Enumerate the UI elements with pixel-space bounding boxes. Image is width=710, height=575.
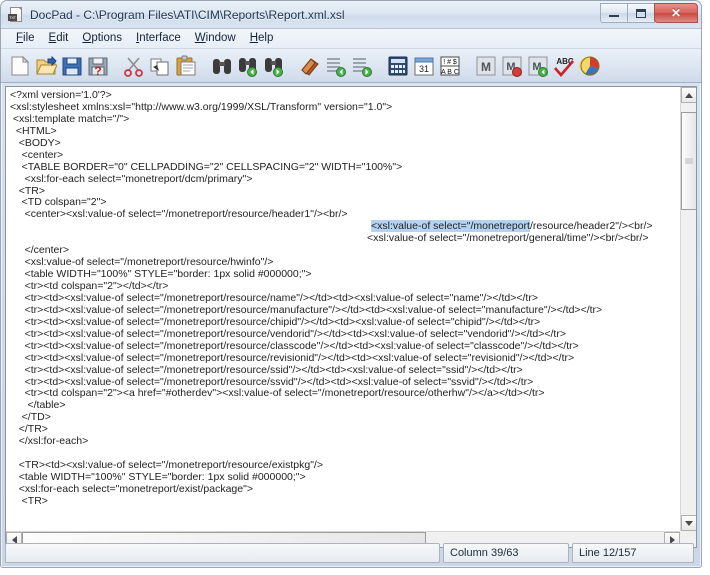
menu-rest: ile (23, 32, 35, 44)
menu-mnemonic: O (82, 32, 92, 44)
code-line: </TD> (10, 411, 51, 424)
code-line: <tr><td><xsl:value-of select="/monetrepo… (10, 327, 566, 340)
cut-scissors-icon[interactable] (121, 52, 147, 80)
save-icon[interactable] (59, 52, 85, 80)
code-line: <xsl:template match="/"> (10, 112, 130, 125)
maximize-button[interactable] (627, 3, 655, 23)
toolbar: ? 31 ! # $ A B C M M M ABC (1, 49, 701, 83)
find-binoculars-icon[interactable] (209, 52, 235, 80)
code-line: <xsl:value-of select="/monetreport/gener… (10, 232, 680, 245)
code-line: <center> (10, 148, 64, 161)
code-line: <xsl:for-each select="monetreport/exist/… (10, 482, 253, 495)
code-line: <tr><td><xsl:value-of select="/monetrepo… (10, 363, 523, 376)
menu-rest: indow (205, 32, 236, 44)
status-line: Line 12/157 (572, 543, 694, 563)
scroll-down-button[interactable] (681, 515, 696, 531)
menu-mnemonic: H (249, 32, 259, 44)
close-button[interactable]: ✕ (654, 3, 698, 23)
status-bar: Column 39/63 Line 12/157 (5, 543, 697, 563)
window-controls: ✕ (600, 3, 698, 23)
vertical-scrollbar[interactable] (680, 87, 696, 531)
find-previous-icon[interactable] (261, 52, 287, 80)
paste-clipboard-icon[interactable] (173, 52, 199, 80)
code-fragment: <xsl:value-of select="/monetreport/gener… (367, 232, 649, 245)
character-map-icon[interactable]: ! # $ A B C (437, 52, 463, 80)
find-next-icon[interactable] (235, 52, 261, 80)
docpad-window: TXT DocPad - C:\Program Files\ATI\CIM\Re… (0, 0, 702, 568)
text-selection: <xsl:value-of select="/monetreport (371, 220, 530, 233)
code-line: <xsl:for-each select="monetreport/dcm/pr… (10, 172, 253, 185)
document-text-icon: TXT (8, 6, 24, 23)
minimize-button[interactable] (600, 3, 628, 23)
menu-rest: elp (258, 32, 274, 44)
menu-item-edit[interactable]: Edit (42, 31, 76, 46)
menu-bar: File Edit Options Interface Window Help (1, 29, 701, 49)
menu-item-options[interactable]: Options (75, 31, 129, 46)
menu-rest: nterface (139, 32, 181, 44)
copy-icon[interactable] (147, 52, 173, 80)
new-file-icon[interactable] (7, 52, 33, 80)
code-line: <TABLE BORDER="0" CELLPADDING="2" CELLSP… (10, 160, 403, 173)
window-title: DocPad - C:\Program Files\ATI\CIM\Report… (30, 7, 345, 22)
code-text[interactable]: <?xml version='1.0'?> <xsl:stylesheet xml… (6, 87, 680, 531)
code-line: <BODY> (10, 136, 61, 149)
code-line: </table> (10, 399, 66, 412)
code-line: <HTML> (10, 124, 57, 137)
color-palette-icon[interactable] (577, 52, 603, 80)
vertical-scrollbar-thumb[interactable] (681, 111, 696, 210)
menu-item-window[interactable]: Window (188, 31, 243, 46)
scroll-up-button[interactable] (681, 87, 696, 103)
sort-descending-icon[interactable] (349, 52, 375, 80)
calculator-icon[interactable] (385, 52, 411, 80)
sort-ascending-icon[interactable] (323, 52, 349, 80)
menu-mnemonic: F (16, 32, 24, 44)
status-column: Column 39/63 (443, 543, 569, 563)
chevron-down-icon (685, 520, 693, 526)
charmap-bottom: A B C (441, 69, 459, 76)
thumb-grip (685, 157, 693, 164)
code-line: <TR> (10, 184, 46, 197)
open-folder-icon[interactable] (33, 52, 59, 80)
code-line: <tr><td><xsl:value-of select="/monetrepo… (10, 315, 541, 328)
status-message (5, 543, 440, 563)
menu-rest: ptions (91, 32, 123, 44)
menu-item-file[interactable]: File (9, 31, 42, 46)
code-line: </TR> (10, 423, 48, 436)
close-icon: ✕ (670, 6, 682, 20)
desktop-background: TXT DocPad - C:\Program Files\ATI\CIM\Re… (0, 0, 710, 575)
charmap-top: ! # $ (443, 59, 457, 66)
code-line: </xsl:for-each> (10, 435, 89, 448)
app-icon-label: TXT (8, 13, 17, 21)
calendar-icon[interactable]: 31 (411, 52, 437, 80)
chevron-up-icon (685, 92, 693, 98)
code-fragment: /resource/header2"/><br/> (529, 220, 653, 233)
menu-item-help[interactable]: Help (243, 31, 281, 46)
menu-item-interface[interactable]: Interface (129, 31, 188, 46)
macro-play-icon[interactable]: M (525, 52, 551, 80)
macro-icon[interactable]: M (473, 52, 499, 80)
svg-text:?: ? (94, 64, 101, 77)
menu-mnemonic: W (194, 32, 206, 44)
eraser-icon[interactable] (297, 52, 323, 80)
spellcheck-icon[interactable]: ABC (551, 52, 577, 80)
minimize-icon (609, 14, 619, 17)
menu-rest: dit (56, 32, 69, 44)
code-line: <TR> (10, 494, 48, 507)
code-line: <tr><td><xsl:value-of select="/monetrepo… (10, 339, 579, 352)
save-as-icon[interactable]: ? (85, 52, 111, 80)
calendar-day: 31 (419, 64, 429, 74)
macro-record-icon[interactable]: M (499, 52, 525, 80)
code-line: <tr><td><xsl:value-of select="/monetrepo… (10, 351, 575, 364)
maximize-icon (636, 8, 646, 18)
code-line: <tr><td colspan="2"><a href="#otherdev">… (10, 387, 545, 400)
macro-letter: M (481, 60, 491, 74)
title-bar[interactable]: TXT DocPad - C:\Program Files\ATI\CIM\Re… (1, 1, 701, 29)
editor-area[interactable]: <?xml version='1.0'?> <xsl:stylesheet xml… (5, 86, 697, 548)
